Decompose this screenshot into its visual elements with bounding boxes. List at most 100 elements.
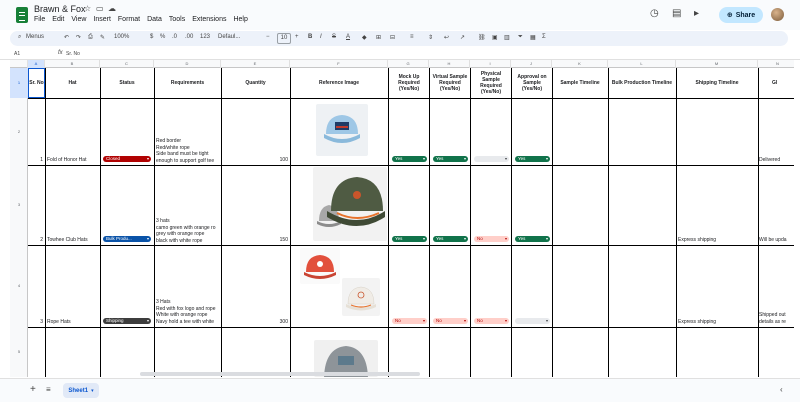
sheet-tab[interactable]: Sheet1 ▾ [63, 383, 99, 398]
column-header-m[interactable]: M [676, 60, 758, 68]
percent-format-button[interactable]: % [160, 34, 165, 40]
header-gl[interactable]: Gl [758, 68, 794, 98]
meet-icon[interactable]: ▸ [694, 8, 699, 19]
borders-icon[interactable]: ⊞ [376, 34, 381, 41]
select-all-corner[interactable] [10, 60, 28, 68]
column-header-c[interactable]: C [100, 60, 154, 68]
row-header-3[interactable]: 3 [10, 165, 28, 245]
header-status[interactable]: Status [100, 68, 154, 98]
reference-image-towhee-club-hats[interactable] [313, 167, 387, 241]
status-chip[interactable]: Bulk Produ... [103, 236, 151, 242]
text-wrap-icon[interactable]: ↩ [444, 34, 449, 41]
bold-icon[interactable]: B [308, 34, 312, 40]
avatar[interactable] [771, 8, 784, 21]
zoom-select[interactable]: 100% [114, 34, 129, 40]
text-color-icon[interactable]: A [346, 34, 350, 40]
cell-hat[interactable]: Towhee Club Hats [47, 237, 100, 244]
font-select[interactable]: Defaul... [218, 34, 240, 40]
cell-quantity[interactable]: 150 [221, 237, 288, 243]
row-header-1[interactable]: 1 [10, 68, 28, 98]
physical-sample-chip[interactable]: No [474, 318, 509, 324]
strikethrough-icon[interactable]: S [332, 34, 336, 40]
column-header-l[interactable]: L [608, 60, 676, 68]
cell-shipping-timeline[interactable]: Express shipping [678, 319, 756, 326]
insert-comment-icon[interactable]: ▣ [492, 34, 498, 41]
column-header-b[interactable]: B [45, 60, 100, 68]
redo-icon[interactable]: ↷ [76, 34, 81, 41]
insert-link-icon[interactable]: ⛓ [478, 34, 486, 41]
reference-image-white-rope-hat[interactable] [342, 278, 380, 316]
approval-chip[interactable] [515, 318, 550, 324]
horizontal-align-icon[interactable]: ≡ [410, 34, 414, 40]
header-sr-no[interactable]: Sr. No [28, 68, 45, 98]
virtual-sample-chip[interactable]: No [433, 318, 468, 324]
paint-format-icon[interactable]: ✎ [100, 34, 105, 41]
column-header-h[interactable]: H [429, 60, 470, 68]
text-rotation-icon[interactable]: ↗ [460, 34, 465, 41]
cell-gl[interactable]: Shipped out details as re [759, 312, 794, 325]
status-chip[interactable]: Closed [103, 156, 151, 162]
approval-chip[interactable]: Yes [515, 156, 550, 162]
cell-quantity[interactable]: 100 [221, 157, 288, 163]
menu-edit[interactable]: Edit [52, 16, 64, 23]
add-sheet-button[interactable]: + [30, 384, 36, 395]
vertical-align-icon[interactable]: ⇕ [428, 34, 433, 41]
name-box[interactable]: A1 [14, 51, 20, 57]
header-approval[interactable]: Approval on Sample (Yes/No) [513, 68, 551, 98]
filter-icon[interactable]: ⏷ [518, 34, 523, 41]
menu-extensions[interactable]: Extensions [192, 16, 226, 23]
search-menus-icon[interactable]: ⌕ [18, 34, 21, 41]
cell-quantity[interactable]: 300 [221, 319, 288, 325]
functions-icon[interactable]: Σ [542, 34, 546, 40]
menu-insert[interactable]: Insert [93, 16, 111, 23]
cell-sr-no[interactable]: 3 [28, 319, 43, 325]
document-title[interactable]: Brawn & Fox [34, 4, 86, 14]
cell-requirements[interactable]: 3 Hats Red with fox logo and rope White … [156, 299, 220, 325]
approval-chip[interactable]: Yes [515, 236, 550, 242]
fill-color-icon[interactable]: ◆ [362, 34, 367, 41]
currency-format-button[interactable]: $ [150, 34, 153, 40]
physical-sample-chip[interactable]: No [474, 236, 509, 242]
virtual-sample-chip[interactable]: Yes [433, 156, 468, 162]
filter-views-icon[interactable]: ▦ [530, 34, 536, 41]
cloud-status-icon[interactable]: ☁ [108, 4, 116, 13]
font-size-input[interactable]: 10 [277, 33, 291, 44]
cell-shipping-timeline[interactable]: Express shipping [678, 237, 756, 244]
menu-tools[interactable]: Tools [169, 16, 185, 23]
row-header-2[interactable]: 2 [10, 98, 28, 165]
all-sheets-icon[interactable]: ≡ [46, 385, 51, 394]
move-folder-icon[interactable]: ▭ [96, 4, 104, 13]
collapse-sidepanel-icon[interactable]: ‹ [780, 385, 783, 394]
column-header-f[interactable]: F [290, 60, 388, 68]
font-decrease-icon[interactable]: − [266, 34, 270, 40]
insert-chart-icon[interactable]: ▥ [504, 34, 510, 41]
decrease-decimal-button[interactable]: .0 [172, 34, 177, 40]
horizontal-scrollbar[interactable] [140, 372, 420, 376]
header-reference-image[interactable]: Reference Image [290, 68, 388, 98]
cell-gl[interactable]: Will be upda [759, 237, 794, 244]
increase-decimal-button[interactable]: .00 [185, 34, 193, 40]
column-header-a[interactable]: A [28, 60, 45, 68]
column-header-j[interactable]: J [511, 60, 552, 68]
column-header-n[interactable]: N [758, 60, 794, 68]
share-button[interactable]: ⊕ Share [719, 7, 763, 23]
column-header-g[interactable]: G [388, 60, 429, 68]
history-icon[interactable]: ◷ [650, 8, 659, 19]
physical-sample-chip[interactable] [474, 156, 509, 162]
header-requirements[interactable]: Requirements [154, 68, 221, 98]
column-header-d[interactable]: D [154, 60, 221, 68]
virtual-sample-chip[interactable]: Yes [433, 236, 468, 242]
reference-image-fold-of-honor-hat[interactable] [316, 104, 368, 156]
cell-hat[interactable]: Fold of Honor Hat [47, 157, 100, 164]
header-hat[interactable]: Hat [45, 68, 100, 98]
column-header-i[interactable]: I [470, 60, 511, 68]
header-bulk-timeline[interactable]: Bulk Production Timeline [610, 68, 674, 98]
formula-input[interactable]: Sr. No [66, 51, 80, 57]
menu-format[interactable]: Format [118, 16, 140, 23]
sheets-logo-icon[interactable] [16, 7, 28, 23]
cell-sr-no[interactable]: 2 [28, 237, 43, 243]
more-formats-button[interactable]: 123 [200, 34, 210, 40]
row-header-4[interactable]: 4 [10, 245, 28, 327]
header-shipping-timeline[interactable]: Shipping Timeline [676, 68, 758, 98]
mock-up-chip[interactable]: No [392, 318, 427, 324]
